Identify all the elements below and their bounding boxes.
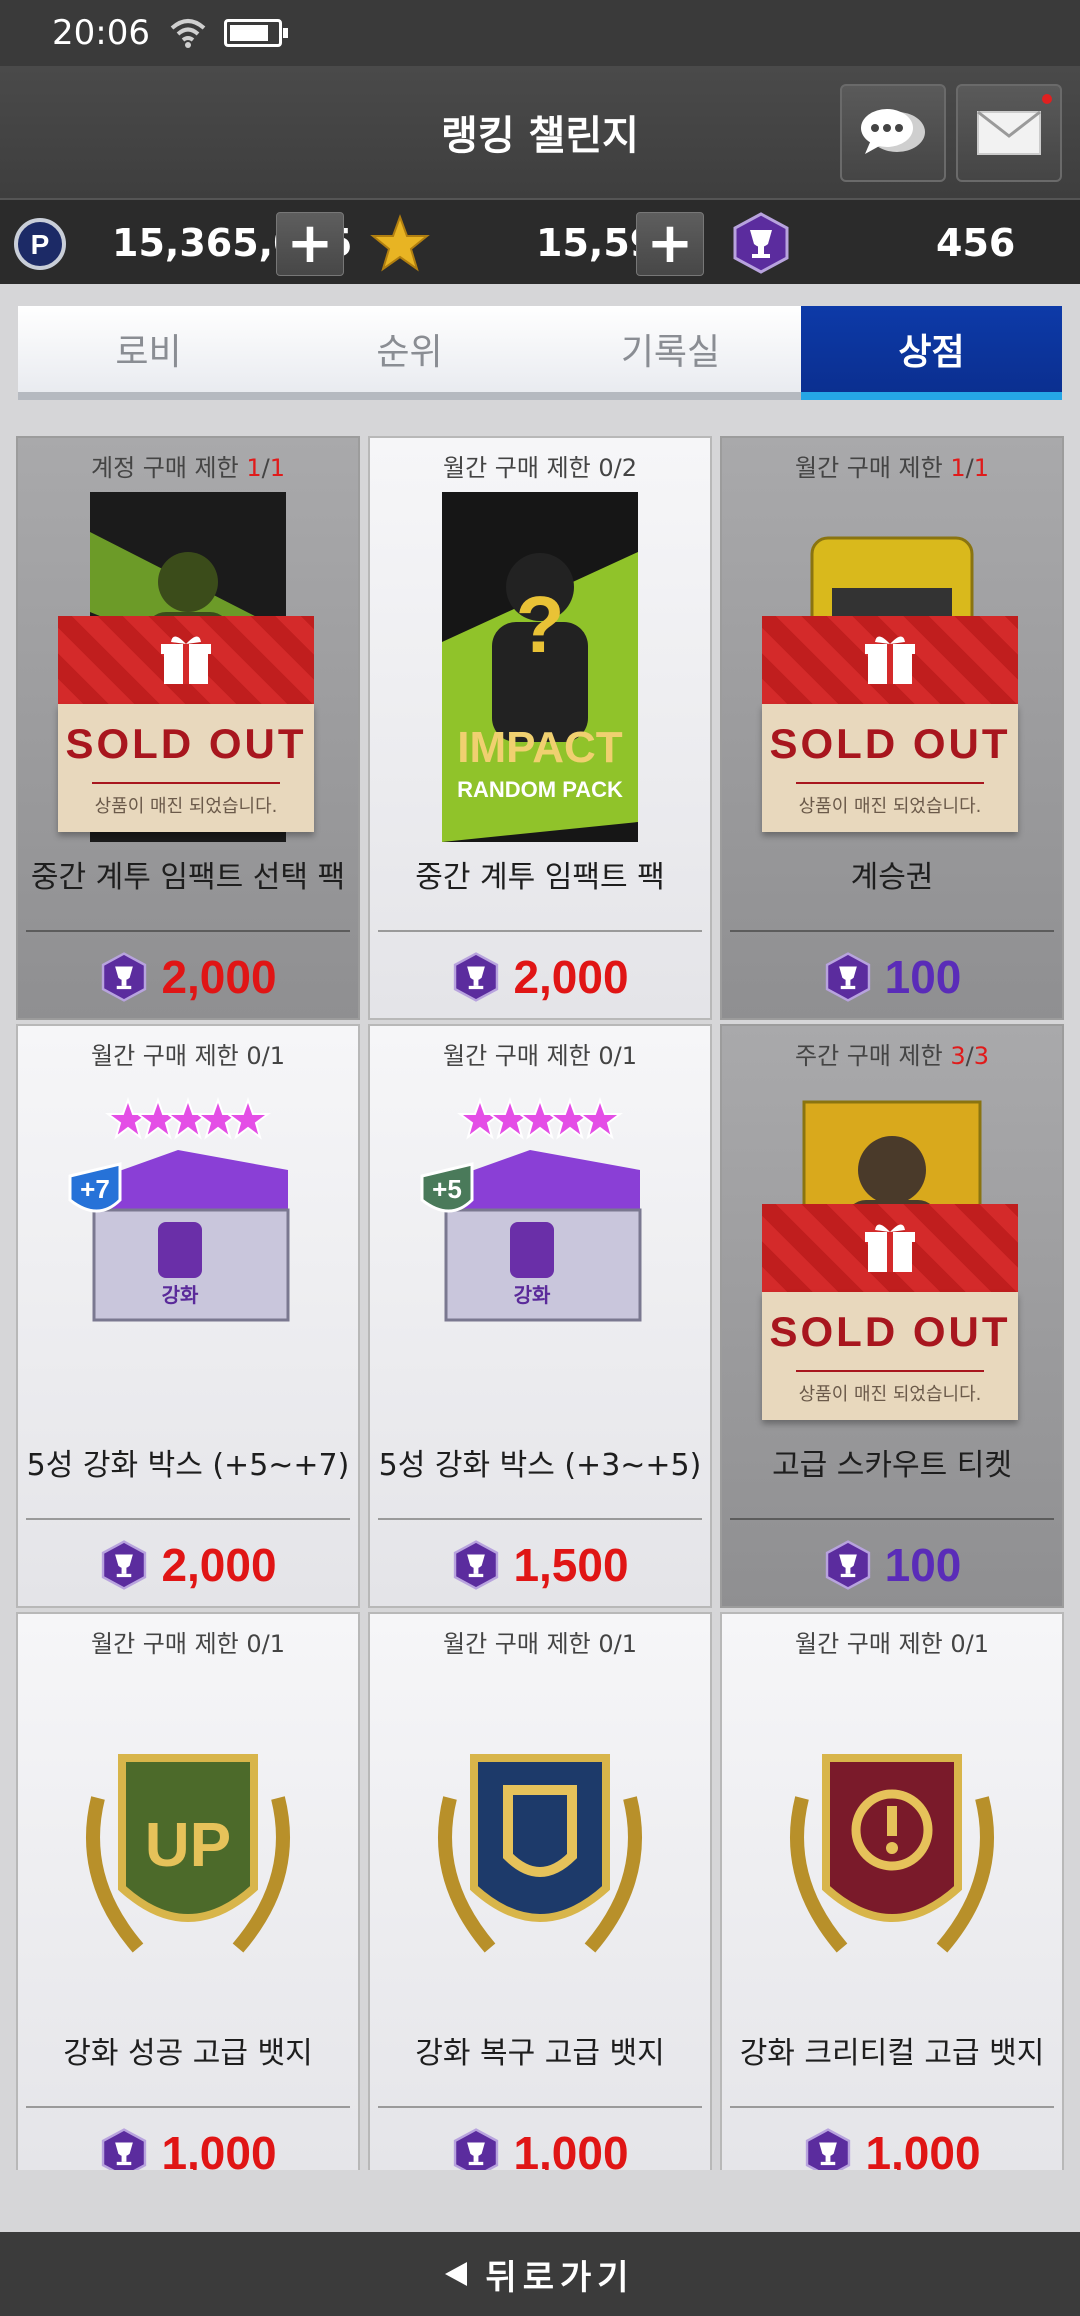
wifi-icon: [170, 19, 206, 48]
shop-item-card[interactable]: 월간 구매 제한 0/1 강화 크리티컬 고급 뱃지 1,000: [720, 1612, 1064, 2170]
item-price: 2,000: [370, 950, 710, 1004]
trophies-amount: 456: [936, 221, 1016, 265]
tab-ranking[interactable]: 순위: [279, 306, 540, 392]
sold-out-overlay: SOLD OUT 상품이 매진 되었습니다.: [762, 616, 1018, 836]
svg-text:강화: 강화: [514, 1283, 551, 1307]
shop-item-card[interactable]: 월간 구매 제한 0/1 강화 +7 5성 강화 박스 (+5~+7) 2,00…: [16, 1024, 360, 1608]
purchase-limit: 주간 구매 제한 3/3: [794, 1042, 990, 1070]
clock: 20:06: [52, 13, 150, 53]
trophy-coin-icon: [454, 952, 499, 1002]
svg-text:강화: 강화: [162, 1283, 199, 1307]
purchase-limit: 월간 구매 제한 0/2: [443, 454, 637, 482]
shop-item-card[interactable]: 계정 구매 제한 1/1 SOLD OUT 상품이 매진 되었습니다. 중간 계…: [16, 436, 360, 1020]
svg-text:P: P: [31, 229, 50, 260]
chat-button[interactable]: [840, 84, 946, 182]
item-name: 강화 복구 고급 뱃지: [415, 2036, 665, 2071]
item-name: 5성 강화 박스 (+5~+7): [26, 1448, 350, 1483]
add-points-button[interactable]: +: [276, 212, 344, 276]
notification-dot: [1042, 94, 1052, 104]
trophy-coin-icon: [102, 1540, 147, 1590]
svg-text:UP: UP: [145, 1811, 231, 1880]
shop-item-card[interactable]: 월간 구매 제한 0/1 UP 강화 성공 고급 뱃지 1,000: [16, 1612, 360, 2170]
back-label: 뒤로가기: [485, 2257, 635, 2298]
back-button[interactable]: 뒤로가기: [0, 2232, 1080, 2316]
back-arrow-icon: [445, 2262, 468, 2286]
enhance-box-icon: 강화 +5: [420, 1097, 642, 1322]
trophy-coin-icon: [825, 952, 870, 1002]
trophy-coin-icon: [102, 2128, 147, 2170]
shop-item-card[interactable]: 주간 구매 제한 3/3 SOLD OUT 상품이 매진 되었습니다. 고급 스…: [720, 1024, 1064, 1608]
item-image: [370, 1668, 710, 2018]
tab-lobby[interactable]: 로비: [18, 306, 279, 392]
item-price: 1,000: [722, 2126, 1062, 2170]
purchase-limit: 월간 구매 제한 0/1: [443, 1042, 637, 1070]
item-image: 강화 +7: [18, 1080, 358, 1430]
item-name: 중간 계투 임팩트 선택 팩: [30, 860, 346, 895]
mail-button[interactable]: [956, 84, 1062, 182]
svg-text:+5: +5: [432, 1174, 462, 1204]
trophy-coin-icon: [806, 2128, 851, 2170]
tab-bar: 로비 순위 기록실 상점: [18, 306, 1062, 400]
battery-icon: [223, 19, 288, 47]
tab-shop[interactable]: 상점: [801, 306, 1062, 400]
item-name: 강화 크리티컬 고급 뱃지: [739, 2036, 1045, 2071]
shop-item-card[interactable]: 월간 구매 제한 0/1 강화 복구 고급 뱃지 1,000: [368, 1612, 712, 2170]
enhance-critical-badge-icon: [790, 1754, 994, 1953]
purchase-limit: 월간 구매 제한 0/1: [443, 1630, 637, 1658]
sold-out-overlay: SOLD OUT 상품이 매진 되었습니다.: [58, 616, 314, 836]
gift-icon: [865, 1224, 915, 1272]
item-price: 100: [722, 1538, 1062, 1592]
item-price: 1,500: [370, 1538, 710, 1592]
trophy-coin-icon: [102, 952, 147, 1002]
shop-item-card[interactable]: 월간 구매 제한 0/1 강화 +5 5성 강화 박스 (+3~+5) 1,50…: [368, 1024, 712, 1608]
title-bar: 랭킹 챌린지: [0, 66, 1080, 198]
purchase-limit: 월간 구매 제한 0/1: [795, 1630, 989, 1658]
shop-item-card[interactable]: 월간 구매 제한 1/1 SOLD OUT 상품이 매진 되었습니다. 계승권 …: [720, 436, 1064, 1020]
shop-item-card[interactable]: 월간 구매 제한 0/2 ? IMPACT RANDOM PACK 중간 계투 …: [368, 436, 712, 1020]
item-price: 1,000: [18, 2126, 358, 2170]
purchase-limit: 월간 구매 제한 0/1: [91, 1630, 285, 1658]
item-name: 강화 성공 고급 뱃지: [63, 2036, 313, 2071]
gift-icon: [161, 636, 211, 684]
shop-grid: 계정 구매 제한 1/1 SOLD OUT 상품이 매진 되었습니다. 중간 계…: [16, 436, 1064, 2170]
gift-icon: [865, 636, 915, 684]
enhance-protect-badge-icon: [438, 1754, 642, 1953]
svg-text:IMPACT: IMPACT: [457, 723, 623, 772]
add-stars-button[interactable]: +: [636, 212, 704, 276]
currency-bar: P 15,365,085 + 15,590 + 456: [0, 198, 1080, 284]
purchase-limit: 월간 구매 제한 0/1: [91, 1042, 285, 1070]
sold-out-overlay: SOLD OUT 상품이 매진 되었습니다.: [762, 1204, 1018, 1424]
enhance-success-badge-icon: UP: [86, 1754, 290, 1953]
point-coin-icon: P: [14, 218, 66, 270]
impact-random-pack-icon: ? IMPACT RANDOM PACK: [442, 492, 638, 842]
enhance-box-icon: 강화 +7: [68, 1097, 290, 1322]
tab-records[interactable]: 기록실: [540, 306, 801, 392]
mail-icon: [977, 110, 1041, 155]
purchase-limit: 계정 구매 제한 1/1: [90, 454, 286, 482]
trophy-coin-icon: [825, 1540, 870, 1590]
trophy-coin-icon: [454, 2128, 499, 2170]
svg-text:?: ?: [516, 580, 565, 669]
trophy-coin-icon: [454, 1540, 499, 1590]
item-name: 5성 강화 박스 (+3~+5): [378, 1448, 702, 1483]
star-icon: [370, 214, 430, 272]
item-name: 계승권: [850, 860, 934, 895]
item-image: [722, 1668, 1062, 2018]
item-name: 고급 스카우트 티켓: [772, 1448, 1012, 1483]
svg-text:RANDOM PACK: RANDOM PACK: [457, 777, 623, 802]
item-price: 2,000: [18, 1538, 358, 1592]
item-image: 강화 +5: [370, 1080, 710, 1430]
status-bar: 20:06: [0, 0, 1080, 66]
item-name: 중간 계투 임팩트 팩: [415, 860, 665, 895]
item-price: 2,000: [18, 950, 358, 1004]
item-price: 1,000: [370, 2126, 710, 2170]
item-image: UP: [18, 1668, 358, 2018]
item-price: 100: [722, 950, 1062, 1004]
chat-icon: [861, 109, 925, 154]
item-image: ? IMPACT RANDOM PACK: [370, 492, 710, 842]
svg-text:+7: +7: [80, 1174, 110, 1204]
purchase-limit: 월간 구매 제한 1/1: [794, 454, 990, 482]
trophy-coin-icon: [733, 212, 789, 274]
